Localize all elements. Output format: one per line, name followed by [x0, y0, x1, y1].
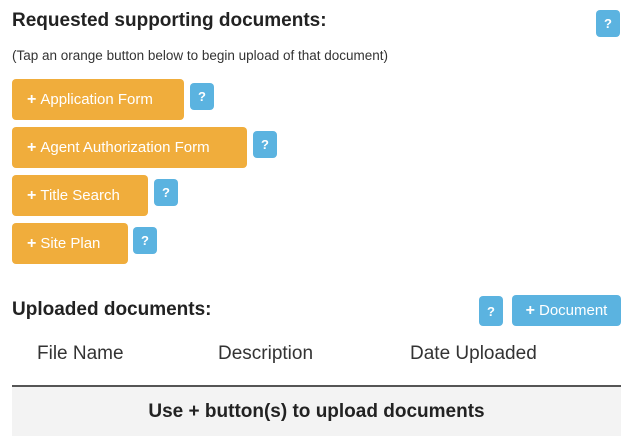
- site-plan-help-button[interactable]: ?: [133, 227, 157, 254]
- plus-icon: +: [27, 234, 37, 252]
- empty-table-message: Use + button(s) to upload documents: [12, 387, 621, 436]
- plus-icon: +: [525, 301, 535, 319]
- site-plan-button[interactable]: + Site Plan: [12, 223, 128, 264]
- plus-icon: +: [27, 186, 37, 204]
- application-form-label: Application Form: [40, 91, 153, 108]
- help-button-top[interactable]: ?: [596, 10, 620, 37]
- agent-authorization-form-button[interactable]: + Agent Authorization Form: [12, 127, 247, 168]
- title-search-button[interactable]: + Title Search: [12, 175, 148, 216]
- plus-icon: +: [27, 90, 37, 108]
- agent-authorization-form-label: Agent Authorization Form: [40, 139, 210, 156]
- column-header-date-uploaded: Date Uploaded: [410, 343, 537, 364]
- upload-instructions: (Tap an orange button below to begin upl…: [12, 48, 389, 63]
- add-document-label: Document: [538, 302, 608, 319]
- plus-icon: +: [27, 138, 37, 156]
- application-form-button[interactable]: + Application Form: [12, 79, 184, 120]
- site-plan-label: Site Plan: [40, 235, 101, 252]
- uploaded-documents-heading: Uploaded documents:: [12, 299, 212, 320]
- add-document-button[interactable]: + Document: [512, 295, 621, 326]
- column-header-file-name: File Name: [37, 343, 124, 364]
- title-search-help-button[interactable]: ?: [154, 179, 178, 206]
- title-search-label: Title Search: [40, 187, 120, 204]
- column-header-description: Description: [218, 343, 314, 364]
- uploaded-help-button[interactable]: ?: [479, 296, 503, 326]
- agent-authorization-form-help-button[interactable]: ?: [253, 131, 277, 158]
- application-form-help-button[interactable]: ?: [190, 83, 214, 110]
- requested-documents-heading: Requested supporting documents:: [12, 10, 327, 31]
